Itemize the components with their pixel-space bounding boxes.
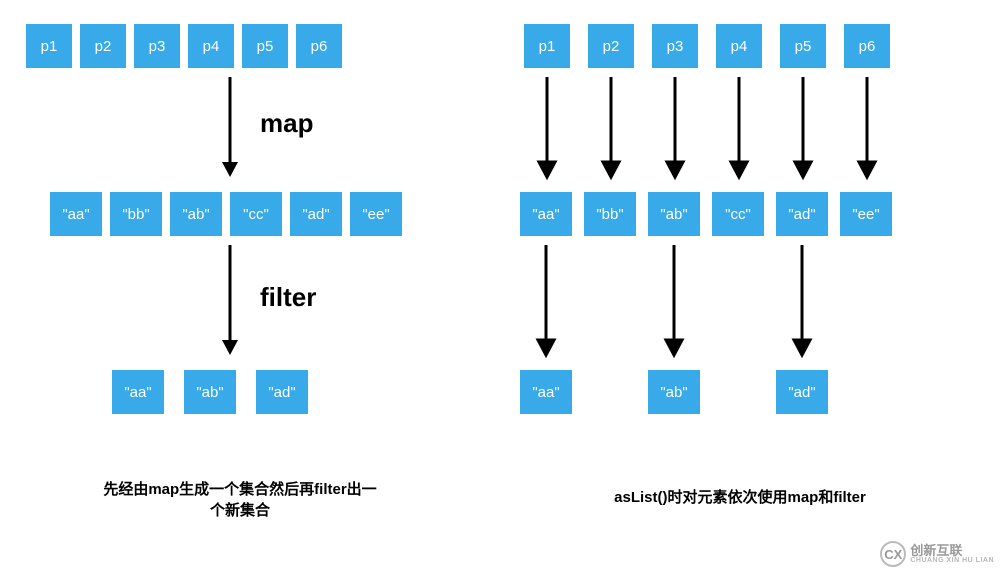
right-row-mapped: "aa" "bb" "ab" "cc" "ad" "ee" <box>520 192 892 236</box>
left-row-mapped: "aa" "bb" "ab" "cc" "ad" "ee" <box>50 192 402 236</box>
filtered-box: "aa" <box>112 370 164 414</box>
mapped-box: "ad" <box>776 192 828 236</box>
mapped-box: "ab" <box>170 192 222 236</box>
watermark-sub: CHUANG XIN HU LIAN <box>910 557 994 564</box>
mapped-box: "ee" <box>840 192 892 236</box>
filtered-box: "ab" <box>648 370 700 414</box>
input-box: p4 <box>188 24 234 68</box>
arrow-down-icon <box>210 72 250 182</box>
input-box: p6 <box>296 24 342 68</box>
right-caption: asList()时对元素依次使用map和filter <box>480 486 1000 507</box>
map-label: map <box>260 108 313 139</box>
input-box: p5 <box>780 24 826 68</box>
input-box: p6 <box>844 24 890 68</box>
right-row-input: p1 p2 p3 p4 p5 p6 <box>524 24 890 68</box>
watermark: CX 创新互联 CHUANG XIN HU LIAN <box>880 541 994 567</box>
left-diagram: p1 p2 p3 p4 p5 p6 map "aa" "bb" "ab" "cc… <box>0 0 480 573</box>
arrow-down-icon <box>210 240 250 360</box>
caption-line: 个新集合 <box>0 499 480 520</box>
input-box: p1 <box>524 24 570 68</box>
input-box: p2 <box>588 24 634 68</box>
mapped-box: "ad" <box>290 192 342 236</box>
mapped-box: "aa" <box>50 192 102 236</box>
input-box: p1 <box>26 24 72 68</box>
left-caption: 先经由map生成一个集合然后再filter出一 个新集合 <box>0 478 480 520</box>
caption-line: 先经由map生成一个集合然后再filter出一 <box>0 478 480 499</box>
right-diagram: p1 p2 p3 p4 p5 p6 "aa" "bb" "ab" "cc" "a… <box>480 0 1000 573</box>
watermark-brand: 创新互联 <box>910 544 994 557</box>
left-row-input: p1 p2 p3 p4 p5 p6 <box>26 24 342 68</box>
arrows-filter-icon <box>520 240 940 360</box>
filtered-box: "aa" <box>520 370 572 414</box>
filtered-box: "ad" <box>776 370 828 414</box>
filtered-box: "ab" <box>184 370 236 414</box>
right-row-filtered: "aa" "ab" "ad" <box>520 370 828 414</box>
mapped-box: "aa" <box>520 192 572 236</box>
mapped-box: "bb" <box>110 192 162 236</box>
input-box: p5 <box>242 24 288 68</box>
mapped-box: "cc" <box>712 192 764 236</box>
input-box: p2 <box>80 24 126 68</box>
mapped-box: "ab" <box>648 192 700 236</box>
left-row-filtered: "aa" "ab" "ad" <box>112 370 308 414</box>
arrows-map-icon <box>520 72 940 182</box>
input-box: p3 <box>652 24 698 68</box>
filter-label: filter <box>260 282 316 313</box>
filtered-box: "ad" <box>256 370 308 414</box>
mapped-box: "ee" <box>350 192 402 236</box>
mapped-box: "bb" <box>584 192 636 236</box>
input-box: p4 <box>716 24 762 68</box>
watermark-logo-icon: CX <box>880 541 906 567</box>
mapped-box: "cc" <box>230 192 282 236</box>
input-box: p3 <box>134 24 180 68</box>
